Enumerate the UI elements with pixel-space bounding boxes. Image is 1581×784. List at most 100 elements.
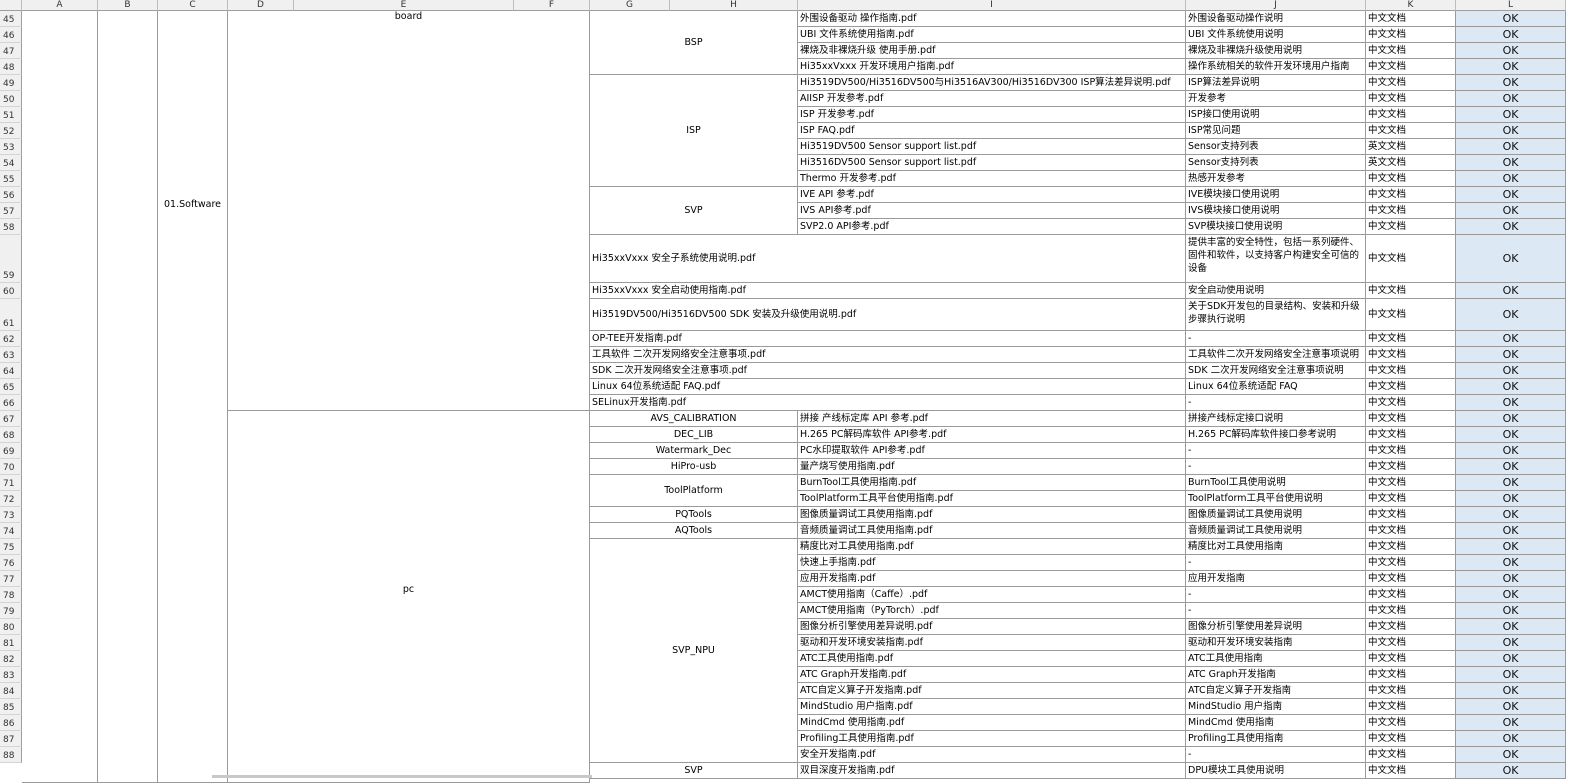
row-header[interactable]: 71: [0, 475, 22, 491]
column-header-H[interactable]: H: [670, 0, 798, 11]
status-cell[interactable]: OK: [1456, 139, 1566, 155]
description-cell[interactable]: ToolPlatform工具平台使用说明: [1186, 491, 1366, 507]
language-cell[interactable]: 中文文档: [1366, 123, 1456, 139]
row-header[interactable]: 51: [0, 107, 22, 123]
tool-cell[interactable]: ToolPlatform: [590, 475, 798, 507]
document-name-cell[interactable]: 应用开发指南.pdf: [798, 571, 1186, 587]
language-cell[interactable]: 中文文档: [1366, 459, 1456, 475]
group-cell[interactable]: ISP: [590, 75, 798, 187]
document-name-cell[interactable]: 快速上手指南.pdf: [798, 555, 1186, 571]
tool-cell[interactable]: Watermark_Dec: [590, 443, 798, 459]
document-name-cell[interactable]: 双目深度开发指南.pdf: [798, 763, 1186, 779]
document-name-cell[interactable]: IVS API参考.pdf: [798, 203, 1186, 219]
language-cell[interactable]: 中文文档: [1366, 475, 1456, 491]
status-cell[interactable]: OK: [1456, 171, 1566, 187]
status-cell[interactable]: OK: [1456, 363, 1566, 379]
tool-cell[interactable]: DEC_LIB: [590, 427, 798, 443]
cell-b-merged[interactable]: [98, 11, 158, 783]
language-cell[interactable]: 中文文档: [1366, 43, 1456, 59]
row-header[interactable]: 80: [0, 619, 22, 635]
description-cell[interactable]: ISP算法差异说明: [1186, 75, 1366, 91]
row-header[interactable]: 46: [0, 27, 22, 43]
row-header[interactable]: 62: [0, 331, 22, 347]
column-header-F[interactable]: F: [514, 0, 590, 11]
row-header[interactable]: 49: [0, 75, 22, 91]
row-header[interactable]: 82: [0, 651, 22, 667]
document-name-cell[interactable]: Hi35xxVxxx 安全启动使用指南.pdf: [590, 283, 1186, 299]
language-cell[interactable]: 中文文档: [1366, 379, 1456, 395]
status-cell[interactable]: OK: [1456, 459, 1566, 475]
document-name-cell[interactable]: OP-TEE开发指南.pdf: [590, 331, 1186, 347]
row-header[interactable]: 57: [0, 203, 22, 219]
description-cell[interactable]: -: [1186, 443, 1366, 459]
language-cell[interactable]: 中文文档: [1366, 203, 1456, 219]
description-cell[interactable]: H.265 PC解码库软件接口参考说明: [1186, 427, 1366, 443]
status-cell[interactable]: OK: [1456, 299, 1566, 331]
status-cell[interactable]: OK: [1456, 651, 1566, 667]
description-cell[interactable]: 工具软件二次开发网络安全注意事项说明: [1186, 347, 1366, 363]
column-header-E[interactable]: E: [294, 0, 514, 11]
row-header[interactable]: 75: [0, 539, 22, 555]
row-header[interactable]: 65: [0, 379, 22, 395]
document-name-cell[interactable]: SELinux开发指南.pdf: [590, 395, 1186, 411]
description-cell[interactable]: SVP模块接口使用说明: [1186, 219, 1366, 235]
group-cell[interactable]: SVP: [590, 187, 798, 235]
document-name-cell[interactable]: Profiling工具使用指南.pdf: [798, 731, 1186, 747]
status-cell[interactable]: OK: [1456, 699, 1566, 715]
document-name-cell[interactable]: IVE API 参考.pdf: [798, 187, 1186, 203]
language-cell[interactable]: 中文文档: [1366, 603, 1456, 619]
row-header[interactable]: 48: [0, 59, 22, 75]
row-header[interactable]: 45: [0, 11, 22, 27]
status-cell[interactable]: OK: [1456, 443, 1566, 459]
language-cell[interactable]: 中文文档: [1366, 395, 1456, 411]
column-header-A[interactable]: A: [22, 0, 98, 11]
row-header[interactable]: 83: [0, 667, 22, 683]
language-cell[interactable]: 中文文档: [1366, 187, 1456, 203]
pc-cell[interactable]: pc: [228, 411, 590, 783]
row-header[interactable]: 68: [0, 427, 22, 443]
document-name-cell[interactable]: H.265 PC解码库软件 API参考.pdf: [798, 427, 1186, 443]
document-name-cell[interactable]: BurnTool工具使用指南.pdf: [798, 475, 1186, 491]
document-name-cell[interactable]: ISP 开发参考.pdf: [798, 107, 1186, 123]
description-cell[interactable]: 应用开发指南: [1186, 571, 1366, 587]
cell-a-merged[interactable]: [22, 11, 98, 783]
status-cell[interactable]: OK: [1456, 331, 1566, 347]
language-cell[interactable]: 中文文档: [1366, 715, 1456, 731]
language-cell[interactable]: 中文文档: [1366, 667, 1456, 683]
row-header[interactable]: 47: [0, 43, 22, 59]
document-name-cell[interactable]: SDK 二次开发网络安全注意事项.pdf: [590, 363, 1186, 379]
tool-cell[interactable]: AQTools: [590, 523, 798, 539]
status-cell[interactable]: OK: [1456, 747, 1566, 763]
column-header-K[interactable]: K: [1366, 0, 1456, 11]
language-cell[interactable]: 中文文档: [1366, 683, 1456, 699]
category-cell[interactable]: 01.Software: [158, 11, 228, 783]
description-cell[interactable]: MindStudio 用户指南: [1186, 699, 1366, 715]
document-name-cell[interactable]: 量产烧写使用指南.pdf: [798, 459, 1186, 475]
language-cell[interactable]: 中文文档: [1366, 651, 1456, 667]
document-name-cell[interactable]: 安全开发指南.pdf: [798, 747, 1186, 763]
horizontal-scrollbar[interactable]: [212, 775, 592, 778]
document-name-cell[interactable]: Hi3519DV500 Sensor support list.pdf: [798, 139, 1186, 155]
document-name-cell[interactable]: 图像分析引擎使用差异说明.pdf: [798, 619, 1186, 635]
document-name-cell[interactable]: Hi3519DV500/Hi3516DV500与Hi3516AV300/Hi35…: [798, 75, 1186, 91]
description-cell[interactable]: -: [1186, 331, 1366, 347]
description-cell[interactable]: Sensor支持列表: [1186, 155, 1366, 171]
status-cell[interactable]: OK: [1456, 635, 1566, 651]
status-cell[interactable]: OK: [1456, 107, 1566, 123]
status-cell[interactable]: OK: [1456, 667, 1566, 683]
document-name-cell[interactable]: Hi35xxVxxx 开发环境用户指南.pdf: [798, 59, 1186, 75]
description-cell[interactable]: 精度比对工具使用指南: [1186, 539, 1366, 555]
language-cell[interactable]: 中文文档: [1366, 491, 1456, 507]
tool-cell[interactable]: PQTools: [590, 507, 798, 523]
cell-grid[interactable]: A B C D E F G H I J K L 45 46 47 48 49 50 51 52 53 54 55 56 57 58…: [0, 0, 1581, 784]
language-cell[interactable]: 中文文档: [1366, 331, 1456, 347]
row-header[interactable]: 50: [0, 91, 22, 107]
row-header[interactable]: 54: [0, 155, 22, 171]
description-cell[interactable]: IVE模块接口使用说明: [1186, 187, 1366, 203]
description-cell[interactable]: 驱动和开发环境安装指南: [1186, 635, 1366, 651]
status-cell[interactable]: OK: [1456, 91, 1566, 107]
column-header-G[interactable]: G: [590, 0, 670, 11]
language-cell[interactable]: 中文文档: [1366, 699, 1456, 715]
language-cell[interactable]: 中文文档: [1366, 747, 1456, 763]
status-cell[interactable]: OK: [1456, 539, 1566, 555]
